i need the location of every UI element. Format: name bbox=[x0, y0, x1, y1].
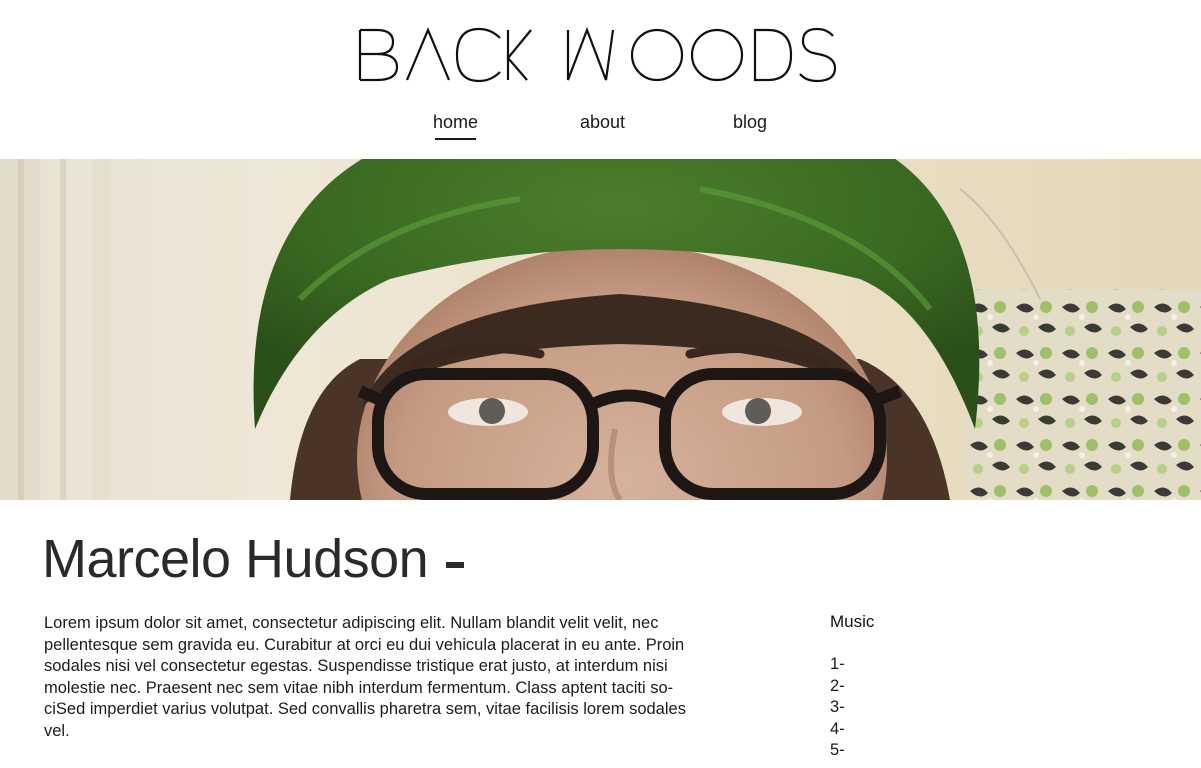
page: home about blog Marcelo Hudson Lorem ips… bbox=[0, 0, 1201, 768]
name-dash-decoration bbox=[446, 562, 464, 568]
nav-item-about[interactable]: about bbox=[580, 112, 625, 133]
music-list-item[interactable]: 1- bbox=[830, 654, 1130, 676]
music-list-item[interactable]: 4- bbox=[830, 719, 1130, 741]
nav-item-home[interactable]: home bbox=[433, 112, 478, 133]
main-nav: home about blog bbox=[0, 112, 1201, 148]
nav-item-blog[interactable]: blog bbox=[733, 112, 767, 133]
bio-line: sodales nisi vel consectetur egestas. Su… bbox=[44, 657, 668, 676]
hero-image bbox=[0, 159, 1201, 500]
music-list-item[interactable]: 3- bbox=[830, 697, 1130, 719]
bio-line: Lorem ipsum dolor sit amet, consectetur … bbox=[44, 614, 659, 632]
bio-line: ciSed imperdiet varius volutpat. Sed con… bbox=[44, 700, 686, 719]
logo-wordmark-icon bbox=[358, 26, 837, 83]
music-list-item[interactable]: 2- bbox=[830, 676, 1130, 698]
music-list: 1- 2- 3- 4- 5- bbox=[830, 654, 1130, 762]
bio-line: molestie nec. Praesent nec sem vitae nib… bbox=[44, 678, 674, 697]
site-logo[interactable] bbox=[355, 26, 840, 84]
profile-bio: Lorem ipsum dolor sit amet, consectetur … bbox=[44, 613, 704, 743]
music-list-item[interactable]: 5- bbox=[830, 740, 1130, 762]
music-title: Music bbox=[830, 612, 875, 631]
bio-line: vel. bbox=[44, 721, 70, 740]
bio-line: pellentesque sem gravida eu. Curabitur a… bbox=[44, 635, 685, 654]
portrait-photo-icon bbox=[0, 159, 1201, 500]
nav-active-indicator bbox=[435, 138, 476, 140]
profile-name: Marcelo Hudson bbox=[42, 529, 429, 589]
music-sidebar: Music 1- 2- 3- 4- 5- bbox=[830, 612, 1130, 762]
